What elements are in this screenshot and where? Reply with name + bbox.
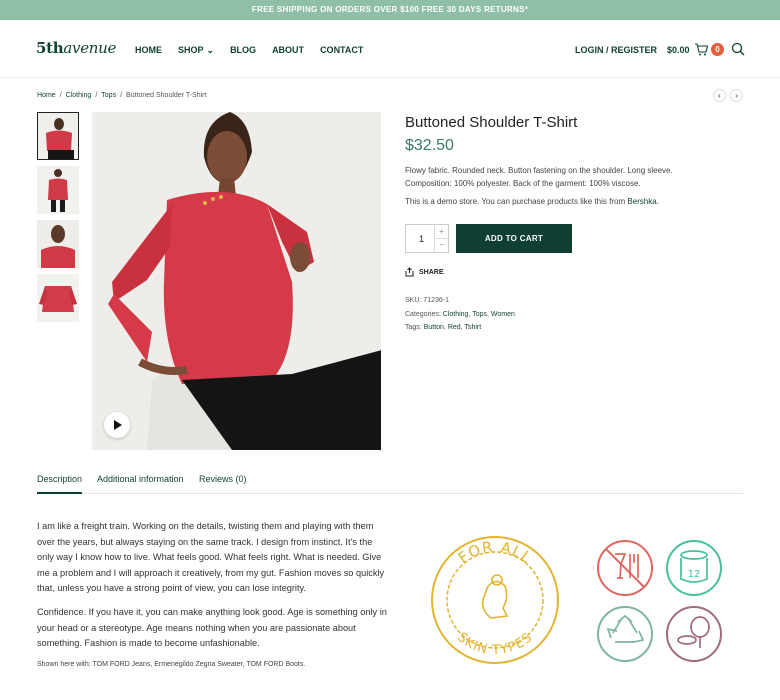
category-link[interactable]: Clothing [443, 311, 469, 318]
product-thumbnails [37, 112, 79, 328]
tags-label: Tags: [405, 324, 422, 331]
category-link[interactable]: Tops [472, 311, 487, 318]
demo-notice-end: . [656, 197, 659, 206]
chevron-down-icon: ⌄ [206, 45, 215, 55]
next-product-button[interactable]: › [730, 89, 743, 102]
add-to-cart-button[interactable]: ADD TO CART [456, 224, 572, 253]
breadcrumb-sep: / [95, 92, 98, 99]
tab-reviews[interactable]: Reviews (0) [199, 474, 247, 494]
sku-value: 71236-1 [423, 297, 449, 304]
demo-notice: This is a demo store. You can purchase p… [405, 197, 659, 206]
main-nav: HOME SHOP ⌄ BLOG ABOUT CONTACT [135, 45, 363, 56]
nav-home[interactable]: HOME [135, 45, 162, 56]
seal-bottom-text: SKIN TYPES [454, 630, 536, 658]
play-video-button[interactable] [104, 412, 130, 438]
share-label: SHARE [419, 268, 444, 276]
nav-contact[interactable]: CONTACT [320, 45, 363, 56]
product-short-description: Flowy fabric. Rounded neck. Button faste… [405, 166, 673, 188]
shown-with-note: Shown here with: TOM FORD Jeans, Ermeneg… [37, 661, 306, 668]
tag-link[interactable]: Red [448, 324, 461, 331]
nav-shop[interactable]: SHOP ⌄ [178, 45, 214, 56]
jar-number: 12 [688, 569, 701, 580]
product-price: $32.50 [405, 137, 454, 154]
feature-badges: FOR ALL SKIN TYPES 12 [425, 530, 735, 673]
quantity-stepper[interactable]: 1 + − [405, 224, 449, 253]
promo-bar: FREE SHIPPING ON ORDERS OVER $100 FREE 3… [0, 0, 780, 20]
breadcrumb-clothing[interactable]: Clothing [66, 92, 92, 99]
breadcrumb-sep: / [120, 92, 123, 99]
tab-description[interactable]: Description [37, 474, 83, 494]
breadcrumb-home[interactable]: Home [37, 92, 56, 99]
quantity-decrease-button[interactable]: − [434, 238, 448, 252]
description-paragraph-2: Confidence. If you have it, you can make… [37, 607, 387, 648]
product-tabs: Description Additional information Revie… [37, 474, 743, 494]
description-paragraph-1: I am like a freight train. Working on th… [37, 521, 385, 593]
prev-product-button[interactable]: ‹ [713, 89, 726, 102]
logo[interactable]: 5thavenue [36, 39, 116, 57]
product-title: Buttoned Shoulder T-Shirt [405, 114, 578, 131]
logo-main[interactable]: 5th [36, 39, 64, 57]
logo-italic[interactable]: avenue [63, 39, 116, 57]
categories-label: Categories: [405, 310, 441, 318]
thumbnail-4[interactable] [37, 274, 79, 322]
share-icon [405, 267, 414, 277]
nav-blog[interactable]: BLOG [230, 45, 256, 56]
face-profile-icon [481, 580, 509, 619]
breadcrumb-tops[interactable]: Tops [101, 92, 116, 99]
login-register-link[interactable]: LOGIN / REGISTER [575, 45, 657, 55]
cart-icon[interactable] [694, 42, 708, 56]
quantity-increase-button[interactable]: + [434, 225, 448, 239]
breadcrumb: Home / Clothing / Tops / Buttoned Should… [37, 92, 206, 99]
product-meta: SKU: 71236-1 Categories: Clothing, Tops,… [405, 294, 515, 335]
tag-link[interactable]: Button [424, 324, 444, 331]
seal-top-text: FOR ALL [455, 538, 535, 567]
thumbnail-2[interactable] [37, 166, 79, 214]
sku-row: SKU: 71236-1 [405, 294, 515, 308]
sku-label: SKU: [405, 297, 422, 304]
breadcrumb-sep: / [59, 92, 62, 99]
recycle-icon [597, 606, 653, 662]
product-main-image[interactable] [92, 112, 381, 450]
jar-12-icon: 12 [666, 540, 722, 596]
quantity-value[interactable]: 1 [419, 234, 424, 244]
demo-notice-text: This is a demo store. You can purchase p… [405, 197, 626, 206]
play-icon [114, 420, 122, 430]
breadcrumb-current: Buttoned Shoulder T-Shirt [126, 92, 207, 99]
bershka-link[interactable]: Bershka [627, 197, 656, 206]
mirror-compact-icon [666, 606, 722, 662]
site-header: 5thavenue HOME SHOP ⌄ BLOG ABOUT CONTACT … [0, 20, 780, 78]
thumbnail-1[interactable] [37, 112, 79, 160]
cart-count-badge: 0 [711, 43, 724, 56]
share-button[interactable]: SHARE [405, 267, 444, 277]
tag-link[interactable]: Tshirt [464, 324, 481, 331]
tab-additional-information[interactable]: Additional information [97, 474, 184, 494]
for-all-skin-types-seal: FOR ALL SKIN TYPES [431, 536, 559, 664]
tags-row: Tags: Button, Red, Tshirt [405, 324, 482, 331]
category-link[interactable]: Women [491, 311, 515, 318]
thumbnail-3[interactable] [37, 220, 79, 268]
no-food-icon [597, 540, 653, 596]
nav-about[interactable]: ABOUT [272, 45, 304, 56]
cart-total[interactable]: $0.00 [667, 45, 690, 55]
nav-shop-label[interactable]: SHOP [178, 45, 204, 55]
search-icon[interactable] [731, 42, 745, 56]
categories-row: Categories: Clothing, Tops, Women [405, 310, 515, 318]
